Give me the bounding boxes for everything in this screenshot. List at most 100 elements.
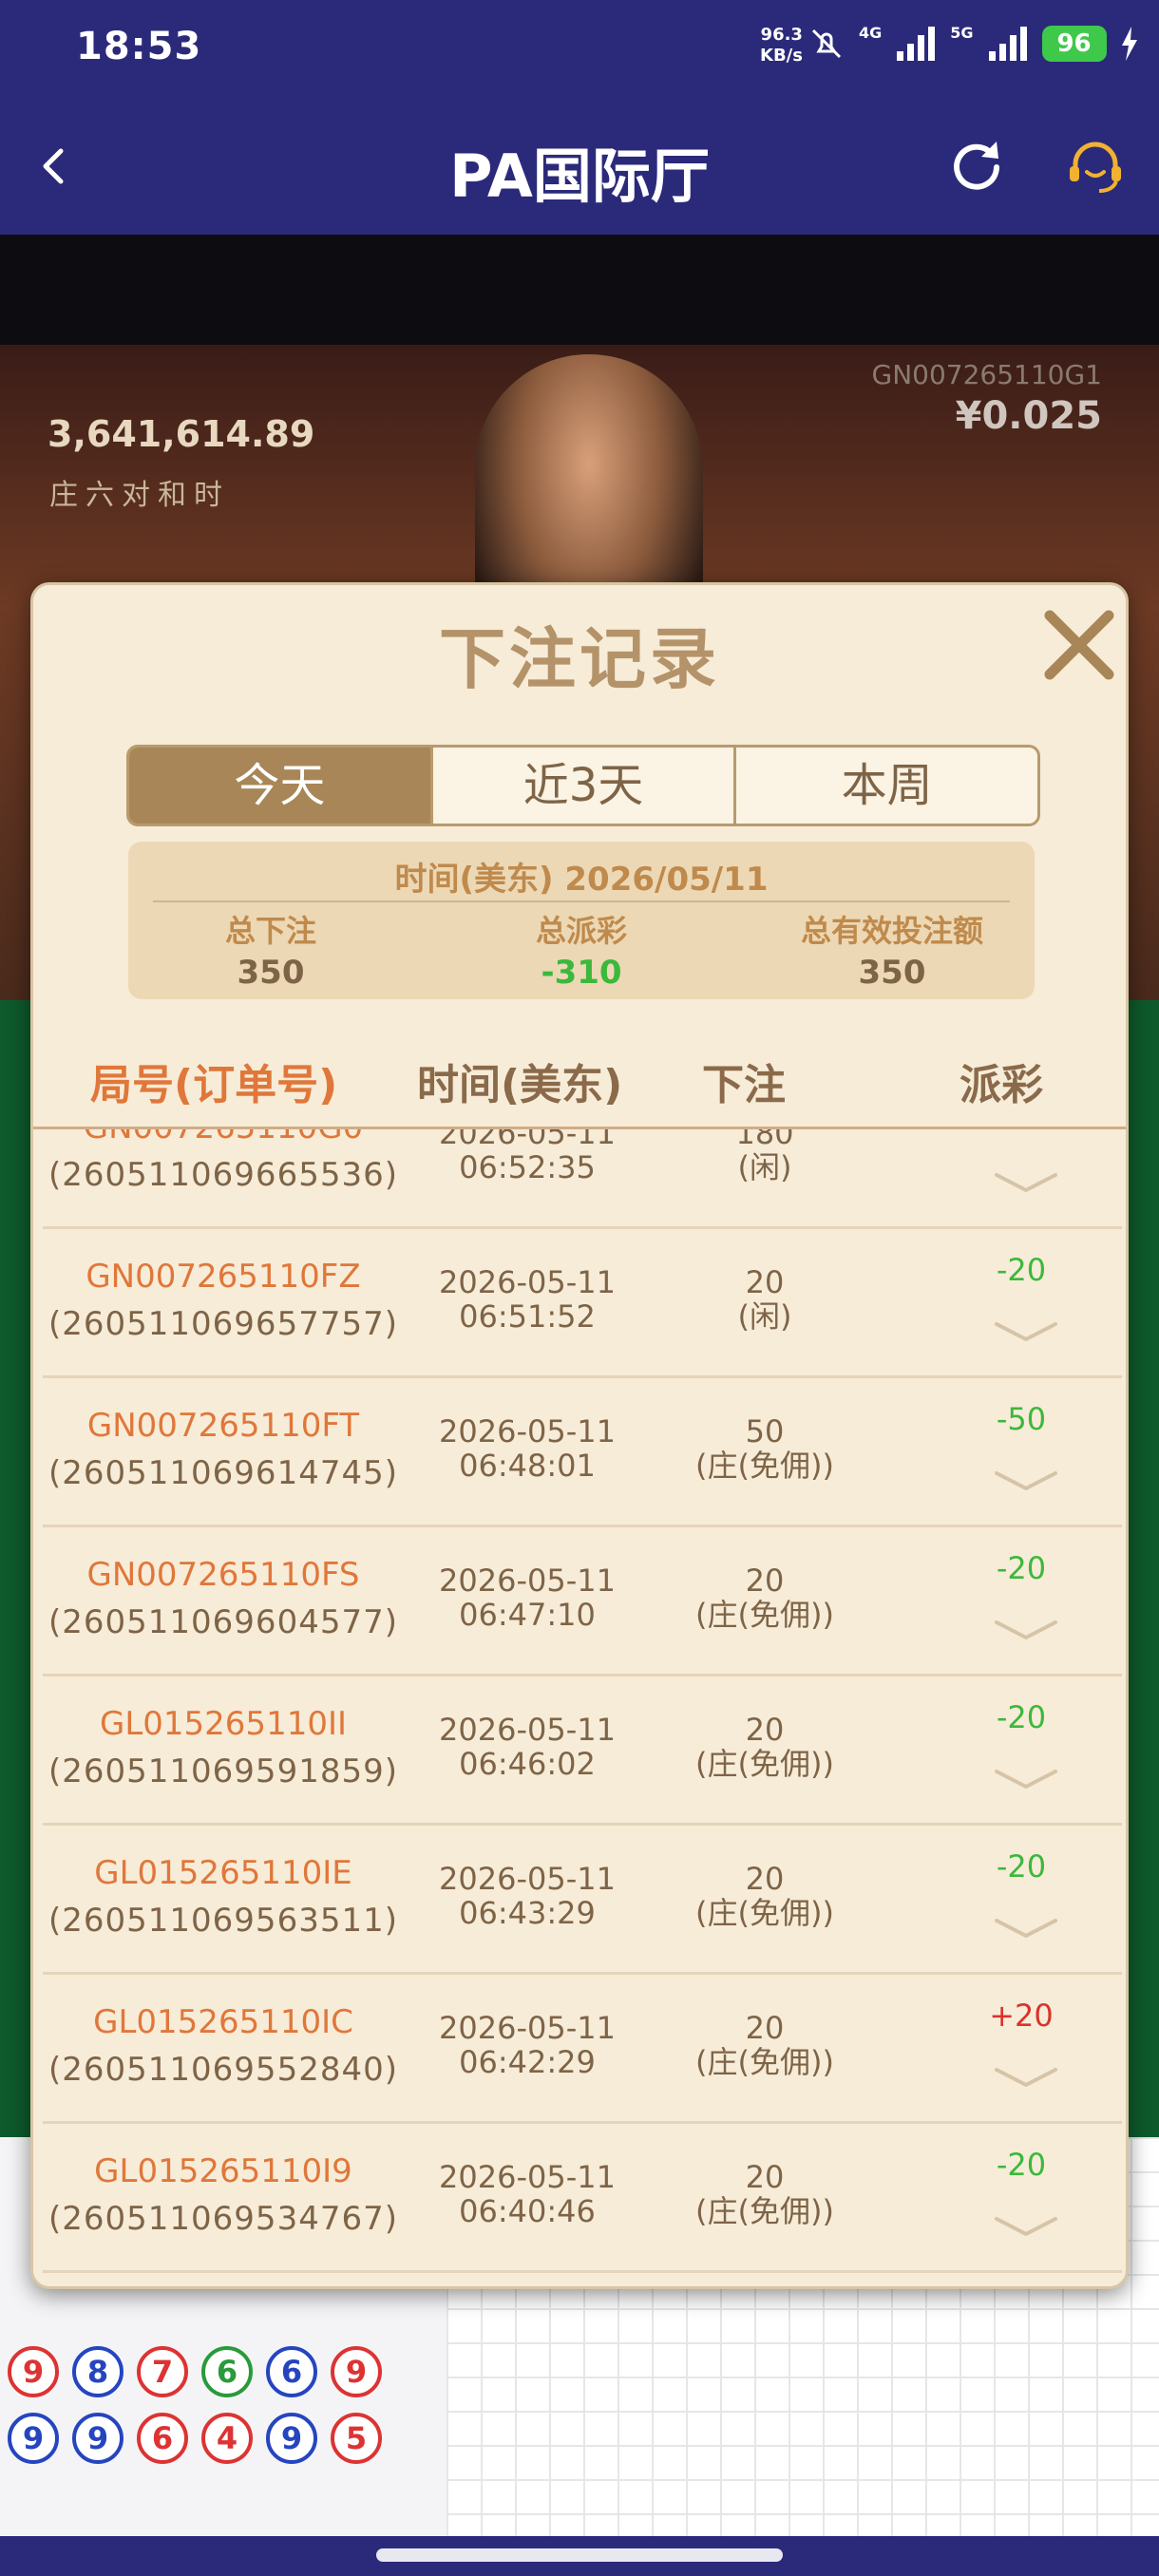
video-top-band	[0, 235, 1159, 345]
table-row[interactable]: GN007265110FT (260511069614745) 2026-05-…	[43, 1378, 1122, 1527]
bet-amount: 20	[745, 1861, 785, 1897]
column-header-time: 时间(美东)	[417, 1061, 623, 1109]
nav-bar: PA国际厅	[0, 100, 1159, 235]
bet-date: 2026-05-11	[439, 2010, 616, 2046]
bet-date: 2026-05-11	[439, 1712, 616, 1748]
bet-time: 2026-05-11 06:46:02	[418, 1713, 636, 1781]
support-icon[interactable]	[1064, 136, 1127, 199]
bead: 6	[201, 2346, 253, 2397]
signal-5g: 5G	[950, 23, 974, 42]
chevron-down-icon[interactable]	[993, 1468, 1059, 1494]
net-speed-unit: KB/s	[760, 46, 803, 66]
bet-amount: 20	[745, 1563, 785, 1599]
bet-date: 2026-05-11	[439, 1861, 616, 1897]
status-icons: 4G 5G 96	[808, 23, 1139, 63]
table-row[interactable]: GL015265110IE (260511069563511) 2026-05-…	[43, 1826, 1122, 1975]
payout-value: -20	[996, 1252, 1047, 1288]
bet-date: 2026-05-11	[439, 1563, 616, 1599]
bet-date: 2026-05-11	[439, 2159, 616, 2195]
chevron-down-icon[interactable]	[993, 2064, 1059, 2091]
video-rate: ¥0.025	[955, 394, 1102, 438]
chevron-down-icon[interactable]	[993, 1169, 1059, 1196]
bet-record-list[interactable]: GN007265110G0 (260511069665536) 2026-05-…	[33, 1129, 1126, 2286]
order-id: (260511069665536)	[48, 1156, 398, 1194]
tab-this-week[interactable]: 本周	[733, 748, 1037, 824]
bet-amount: 50	[745, 1413, 785, 1449]
bet-time: 2026-05-11 06:48:01	[418, 1414, 636, 1483]
bet-type: (庄(免佣))	[695, 2193, 834, 2229]
order-id: (260511069563511)	[48, 1902, 398, 1940]
video-balance: 3,641,614.89	[48, 413, 315, 455]
bet-clock: 06:52:35	[459, 1149, 596, 1185]
bet-date: 2026-05-11	[439, 1264, 616, 1300]
total-bet-label: 总下注	[224, 913, 316, 949]
close-icon[interactable]	[1040, 606, 1118, 684]
table-row[interactable]: GL015265110IC (260511069552840) 2026-05-…	[43, 1975, 1122, 2124]
order-id: (260511069657757)	[48, 1305, 398, 1343]
chevron-down-icon[interactable]	[993, 1915, 1059, 1941]
order-id: (260511069591859)	[48, 1752, 398, 1790]
round-id: GL015265110IE	[94, 1854, 352, 1892]
bet-time: 2026-05-11 06:47:10	[418, 1563, 636, 1632]
bead: 9	[266, 2413, 317, 2464]
bead: 9	[8, 2346, 59, 2397]
table-row[interactable]: GN007265110G0 (260511069665536) 2026-05-…	[43, 1129, 1122, 1229]
signal-icon	[897, 27, 936, 61]
bet-time: 2026-05-11 06:51:52	[418, 1265, 636, 1334]
bet-info: 20 (庄(免佣))	[651, 1862, 879, 1930]
tab-today[interactable]: 今天	[129, 748, 430, 824]
payout-value: -50	[996, 1401, 1047, 1437]
bet-type: (庄(免佣))	[695, 1597, 834, 1633]
total-bet: 总下注 350	[128, 910, 413, 994]
bet-amount: 20	[745, 2010, 785, 2046]
table-row[interactable]: GN007265110FZ (260511069657757) 2026-05-…	[43, 1229, 1122, 1378]
screen: 18:53 96.3 KB/s 4G 5G 96 PA国际厅 3,641,614…	[0, 0, 1159, 2576]
chevron-down-icon[interactable]	[993, 2213, 1059, 2240]
table-row[interactable]: GN007265110FS (260511069604577) 2026-05-…	[43, 1527, 1122, 1676]
total-valid-value: 350	[858, 954, 926, 992]
table-row[interactable]: GL015265110II (260511069591859) 2026-05-…	[43, 1676, 1122, 1826]
round-id: GL015265110IC	[93, 2003, 353, 2041]
round-id: GN007265110FZ	[86, 1258, 361, 1296]
bet-time: 2026-05-11 06:40:46	[418, 2160, 636, 2228]
status-bar: 18:53 96.3 KB/s 4G 5G 96	[0, 0, 1159, 100]
bet-type: (庄(免佣))	[695, 2044, 834, 2080]
bet-type: (庄(免佣))	[695, 1448, 834, 1484]
round-id: GN007265110FS	[86, 1556, 360, 1594]
payout-value: +20	[989, 1998, 1054, 2034]
bet-amount: 20	[745, 2159, 785, 2195]
video-tags: 庄六对和时	[49, 479, 230, 512]
chevron-down-icon[interactable]	[993, 1766, 1059, 1792]
video-round-id: GN007265110G1	[871, 359, 1102, 390]
order-id: (260511069534767)	[48, 2200, 398, 2238]
bet-time: 2026-05-11 06:43:29	[418, 1862, 636, 1930]
round-id: GN007265110G0	[43, 1129, 404, 1146]
chevron-down-icon[interactable]	[993, 1318, 1059, 1345]
date-range-tabs: 今天 近3天 本周	[126, 745, 1040, 826]
bet-clock: 06:43:29	[459, 1895, 596, 1931]
bead: 4	[201, 2413, 253, 2464]
total-payout: 总派彩 -310	[439, 910, 724, 994]
bet-amount: 20	[745, 1712, 785, 1748]
order-id: (260511069614745)	[48, 1454, 398, 1492]
divider	[153, 900, 1010, 902]
modal-title: 下注记录	[439, 620, 720, 698]
bet-amount: 180	[735, 1129, 794, 1151]
bet-clock: 06:47:10	[459, 1597, 596, 1633]
chevron-down-icon[interactable]	[993, 1617, 1059, 1643]
tab-last-3-days[interactable]: 近3天	[429, 748, 734, 824]
column-header-bet: 下注	[702, 1061, 786, 1109]
net-speed-value: 96.3	[760, 25, 803, 45]
bet-time: 2026-05-11 06:52:35	[418, 1129, 636, 1184]
bead: 5	[331, 2413, 382, 2464]
home-indicator[interactable]	[376, 2548, 783, 2562]
total-valid-bet: 总有效投注额 350	[750, 910, 1035, 994]
bet-date: 2026-05-11	[439, 1413, 616, 1449]
bet-date: 2026-05-11	[439, 1129, 616, 1151]
bet-clock: 06:42:29	[459, 2044, 596, 2080]
bet-clock: 06:51:52	[459, 1298, 596, 1335]
table-row[interactable]: GL015265110I9 (260511069534767) 2026-05-…	[43, 2124, 1122, 2273]
bet-type: (庄(免佣))	[695, 1895, 834, 1931]
refresh-icon[interactable]	[945, 136, 1008, 199]
payout-value: -20	[996, 2147, 1047, 2183]
